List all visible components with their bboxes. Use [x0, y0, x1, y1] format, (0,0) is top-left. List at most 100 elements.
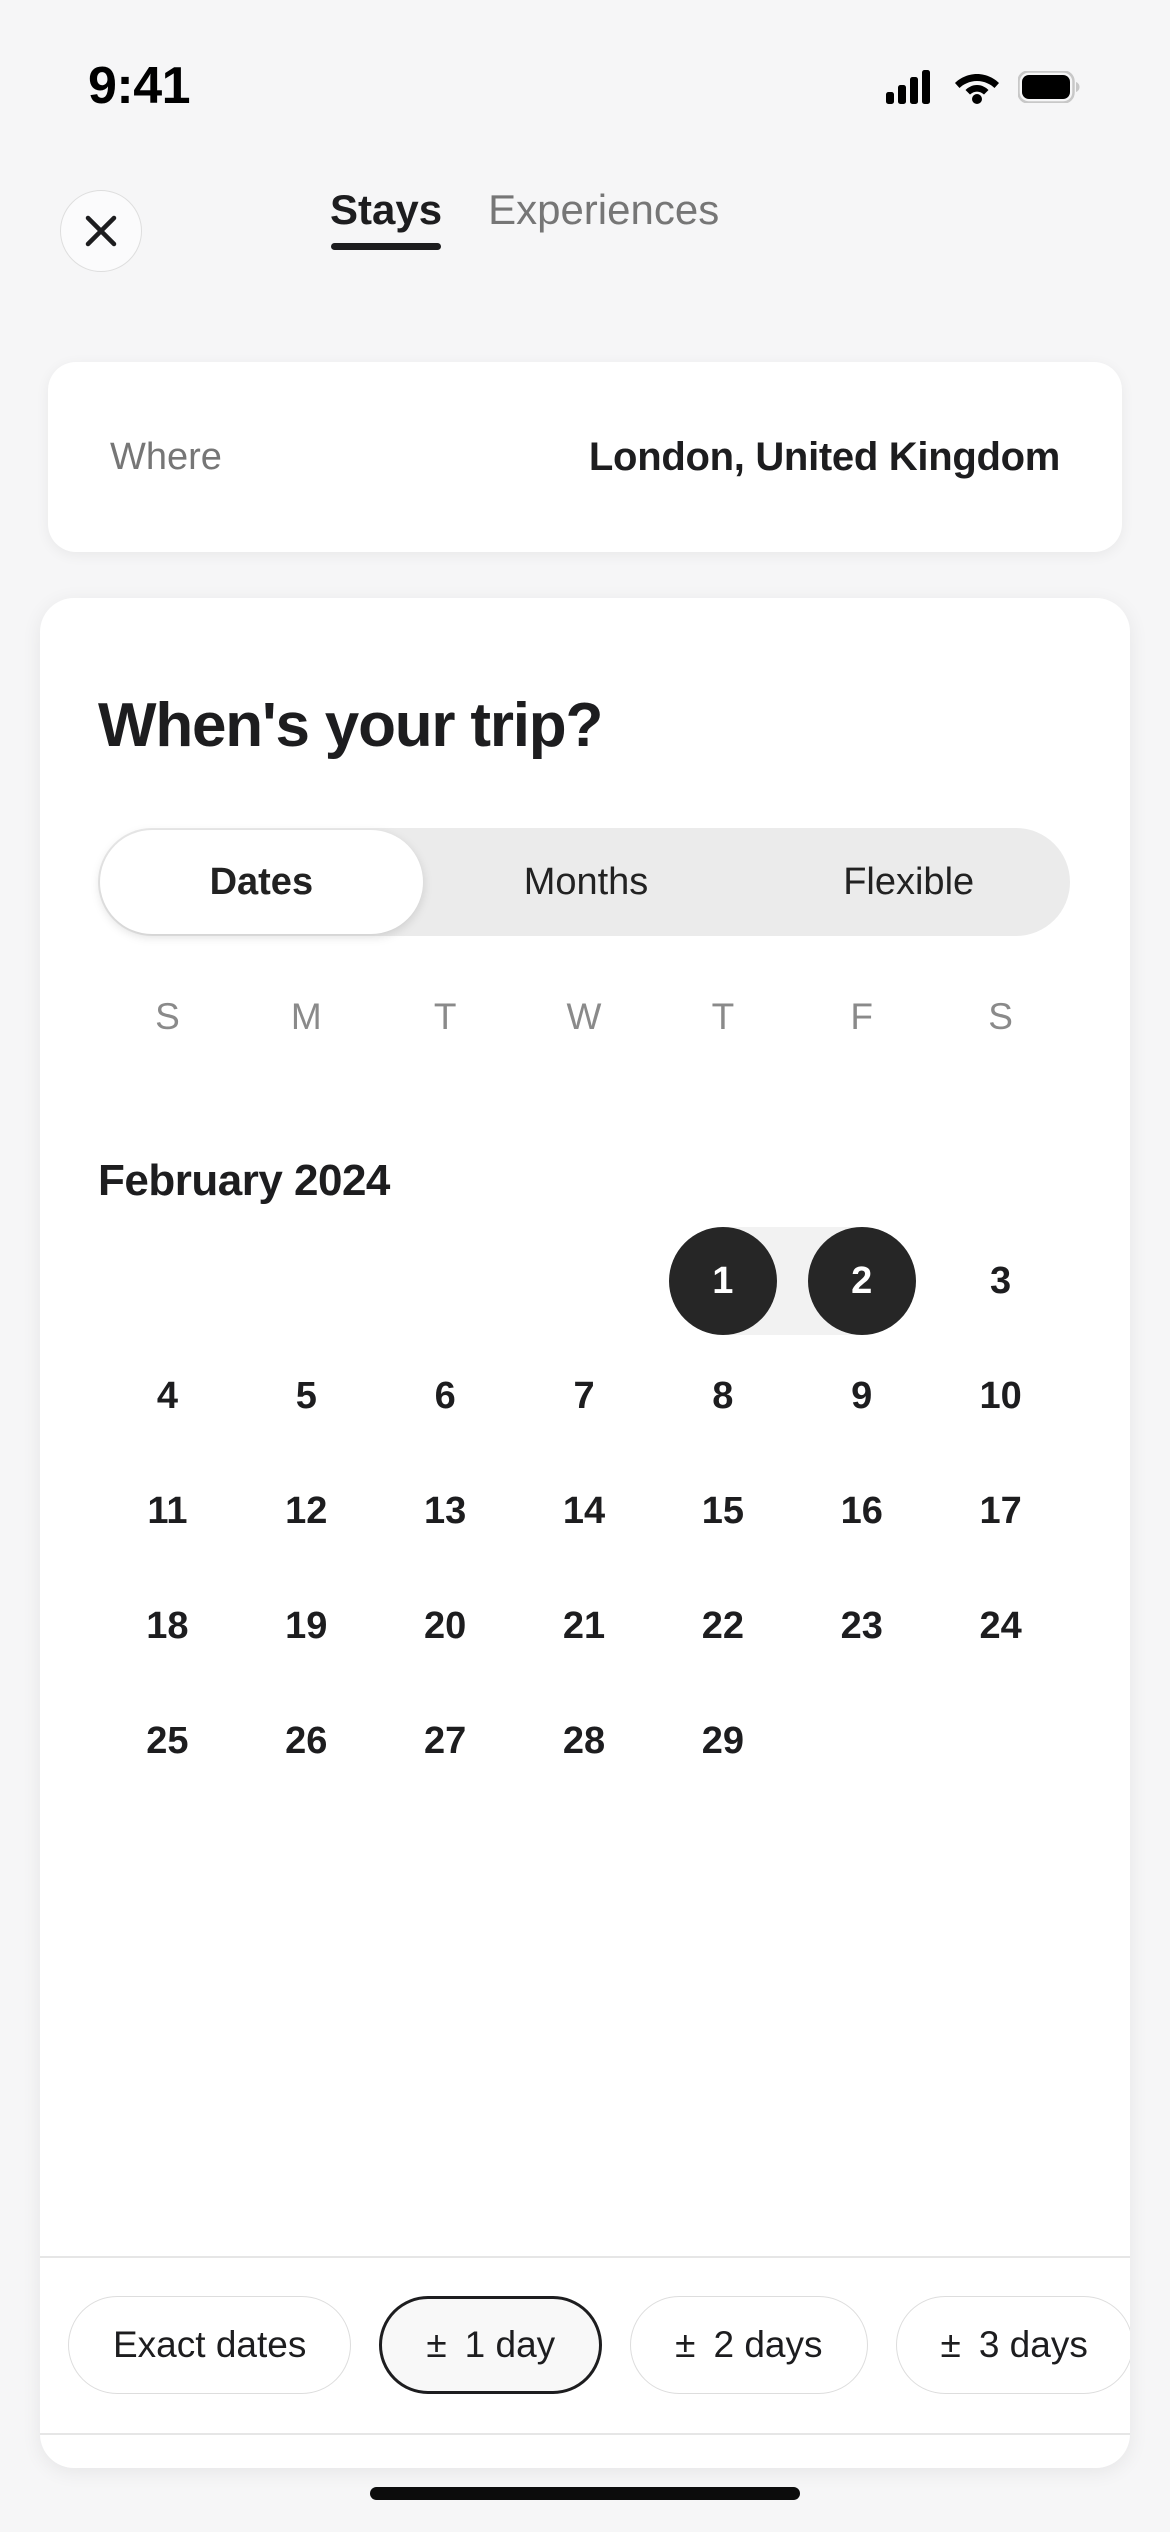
calendar-day-cell[interactable]: 19 — [237, 1583, 376, 1669]
chip-label: 1 day — [464, 2324, 556, 2365]
calendar-day-cell[interactable]: 20 — [376, 1583, 515, 1669]
where-label: Where — [110, 435, 222, 478]
calendar-day-number: 10 — [979, 1374, 1022, 1417]
tab-experiences[interactable]: Experiences — [488, 186, 719, 250]
weekday-label: M — [290, 996, 322, 1037]
calendar-day-cell-selected-end[interactable]: 2 — [792, 1238, 931, 1324]
wifi-icon — [955, 74, 999, 104]
calendar-day-number: 20 — [424, 1604, 467, 1647]
close-button[interactable] — [60, 190, 142, 272]
page-title: When's your trip? — [98, 691, 603, 760]
calendar-day-cell[interactable]: 29 — [653, 1698, 792, 1784]
calendar-day-number: 5 — [295, 1374, 317, 1417]
calendar-day-number: 17 — [979, 1489, 1022, 1532]
calendar-weekday-header: S M T W T F S — [98, 996, 1070, 1038]
calendar-day-number: 15 — [701, 1489, 744, 1532]
calendar-day-cell[interactable]: 8 — [653, 1353, 792, 1439]
weekday-label: F — [850, 996, 874, 1037]
where-value: London, United Kingdom — [588, 434, 1060, 479]
segment-flexible[interactable]: Flexible — [747, 828, 1070, 936]
calendar-day-cell[interactable]: 11 — [98, 1468, 237, 1554]
chip-plus-minus-2-days[interactable]: ± 2 days — [630, 2296, 868, 2394]
calendar-day-cell — [237, 1238, 376, 1324]
calendar-week-row: 18 19 20 21 22 23 24 — [98, 1583, 1070, 1669]
calendar-day-number: 4 — [156, 1374, 178, 1417]
calendar-day-number: 19 — [285, 1604, 328, 1647]
weekday-label: T — [433, 996, 457, 1037]
calendar-day-number: 11 — [147, 1489, 188, 1532]
search-type-tabs: Stays Experiences — [330, 186, 719, 250]
segment-months[interactable]: Months — [425, 828, 748, 936]
plus-minus-icon: ± — [940, 2324, 961, 2365]
calendar-day-number: 12 — [285, 1489, 328, 1532]
chip-label: Exact dates — [113, 2324, 307, 2365]
calendar-day-number: 22 — [701, 1604, 744, 1647]
calendar-day-number: 8 — [712, 1374, 734, 1417]
chip-plus-minus-3-days[interactable]: ± 3 days — [895, 2296, 1130, 2394]
weekday-label: S — [155, 996, 180, 1037]
calendar-day-cell[interactable]: 13 — [376, 1468, 515, 1554]
dates-panel-footer: Reset Next — [40, 2434, 1130, 2468]
cellular-signal-icon — [886, 70, 930, 104]
calendar-day-number: 21 — [562, 1604, 606, 1647]
calendar-day-number: 9 — [851, 1374, 873, 1417]
calendar-day-cell — [515, 1238, 654, 1324]
calendar-day-number: 14 — [562, 1489, 606, 1532]
weekday-label: S — [988, 996, 1013, 1037]
status-bar: 9:41 — [0, 0, 1170, 150]
calendar-day-number: 23 — [840, 1604, 883, 1647]
calendar-day-cell[interactable]: 6 — [376, 1353, 515, 1439]
plus-minus-icon: ± — [675, 2324, 696, 2365]
where-field-card[interactable]: Where London, United Kingdom — [48, 362, 1122, 552]
calendar-day-cell[interactable]: 28 — [515, 1698, 654, 1784]
status-time: 9:41 — [88, 57, 191, 115]
plus-minus-icon: ± — [426, 2324, 447, 2365]
tab-stays[interactable]: Stays — [330, 186, 442, 250]
calendar-day-cell[interactable]: 3 — [931, 1238, 1070, 1324]
calendar-week-row: 4 5 6 7 8 9 10 — [98, 1353, 1070, 1439]
calendar-day-cell — [98, 1238, 237, 1324]
calendar-day-cell[interactable]: 22 — [653, 1583, 792, 1669]
battery-icon — [1018, 71, 1080, 103]
calendar-day-cell[interactable]: 24 — [931, 1583, 1070, 1669]
calendar-grid: 1 2 3 4 5 6 7 8 9 10 11 12 13 14 15 16 1… — [98, 1238, 1070, 1813]
calendar-day-cell[interactable]: 5 — [237, 1353, 376, 1439]
header-bar: Stays Experiences — [0, 186, 1170, 282]
calendar-day-cell[interactable]: 23 — [792, 1583, 931, 1669]
calendar-day-cell-selected-start[interactable]: 1 — [653, 1238, 792, 1324]
calendar-day-cell[interactable]: 7 — [515, 1353, 654, 1439]
segment-dates[interactable]: Dates — [100, 830, 423, 934]
calendar-day-cell[interactable]: 10 — [931, 1353, 1070, 1439]
dates-panel: When's your trip? Dates Months Flexible … — [40, 598, 1130, 2468]
calendar-day-cell[interactable]: 18 — [98, 1583, 237, 1669]
calendar-day-cell[interactable]: 21 — [515, 1583, 654, 1669]
chip-label: 2 days — [713, 2324, 823, 2365]
calendar-day-number: 2 — [851, 1259, 873, 1302]
calendar-day-cell[interactable]: 17 — [931, 1468, 1070, 1554]
calendar-day-cell — [376, 1238, 515, 1324]
home-indicator — [370, 2487, 800, 2500]
calendar-day-cell[interactable]: 25 — [98, 1698, 237, 1784]
chip-label: 3 days — [978, 2324, 1088, 2365]
calendar-day-cell[interactable]: 9 — [792, 1353, 931, 1439]
calendar-day-number: 1 — [712, 1259, 734, 1302]
calendar-day-cell — [792, 1698, 931, 1784]
calendar-day-number: 18 — [146, 1604, 189, 1647]
chip-plus-minus-1-day[interactable]: ± 1 day — [379, 2296, 603, 2394]
date-mode-segmented-control: Dates Months Flexible — [98, 828, 1070, 936]
calendar-day-cell[interactable]: 12 — [237, 1468, 376, 1554]
weekday-label: T — [711, 996, 735, 1037]
close-icon — [85, 215, 117, 247]
calendar-day-number: 6 — [434, 1374, 456, 1417]
calendar-day-cell[interactable]: 14 — [515, 1468, 654, 1554]
calendar-day-cell — [931, 1698, 1070, 1784]
chip-exact-dates[interactable]: Exact dates — [68, 2296, 352, 2394]
calendar-day-cell[interactable]: 15 — [653, 1468, 792, 1554]
calendar-day-cell[interactable]: 26 — [237, 1698, 376, 1784]
calendar-day-cell[interactable]: 16 — [792, 1468, 931, 1554]
calendar-day-cell[interactable]: 27 — [376, 1698, 515, 1784]
calendar-day-number: 3 — [990, 1259, 1012, 1302]
date-flexibility-chips: Exact dates ± 1 day ± 2 days ± 3 days — [40, 2257, 1130, 2433]
calendar-day-cell[interactable]: 4 — [98, 1353, 237, 1439]
calendar-week-row: 1 2 3 — [98, 1238, 1070, 1324]
